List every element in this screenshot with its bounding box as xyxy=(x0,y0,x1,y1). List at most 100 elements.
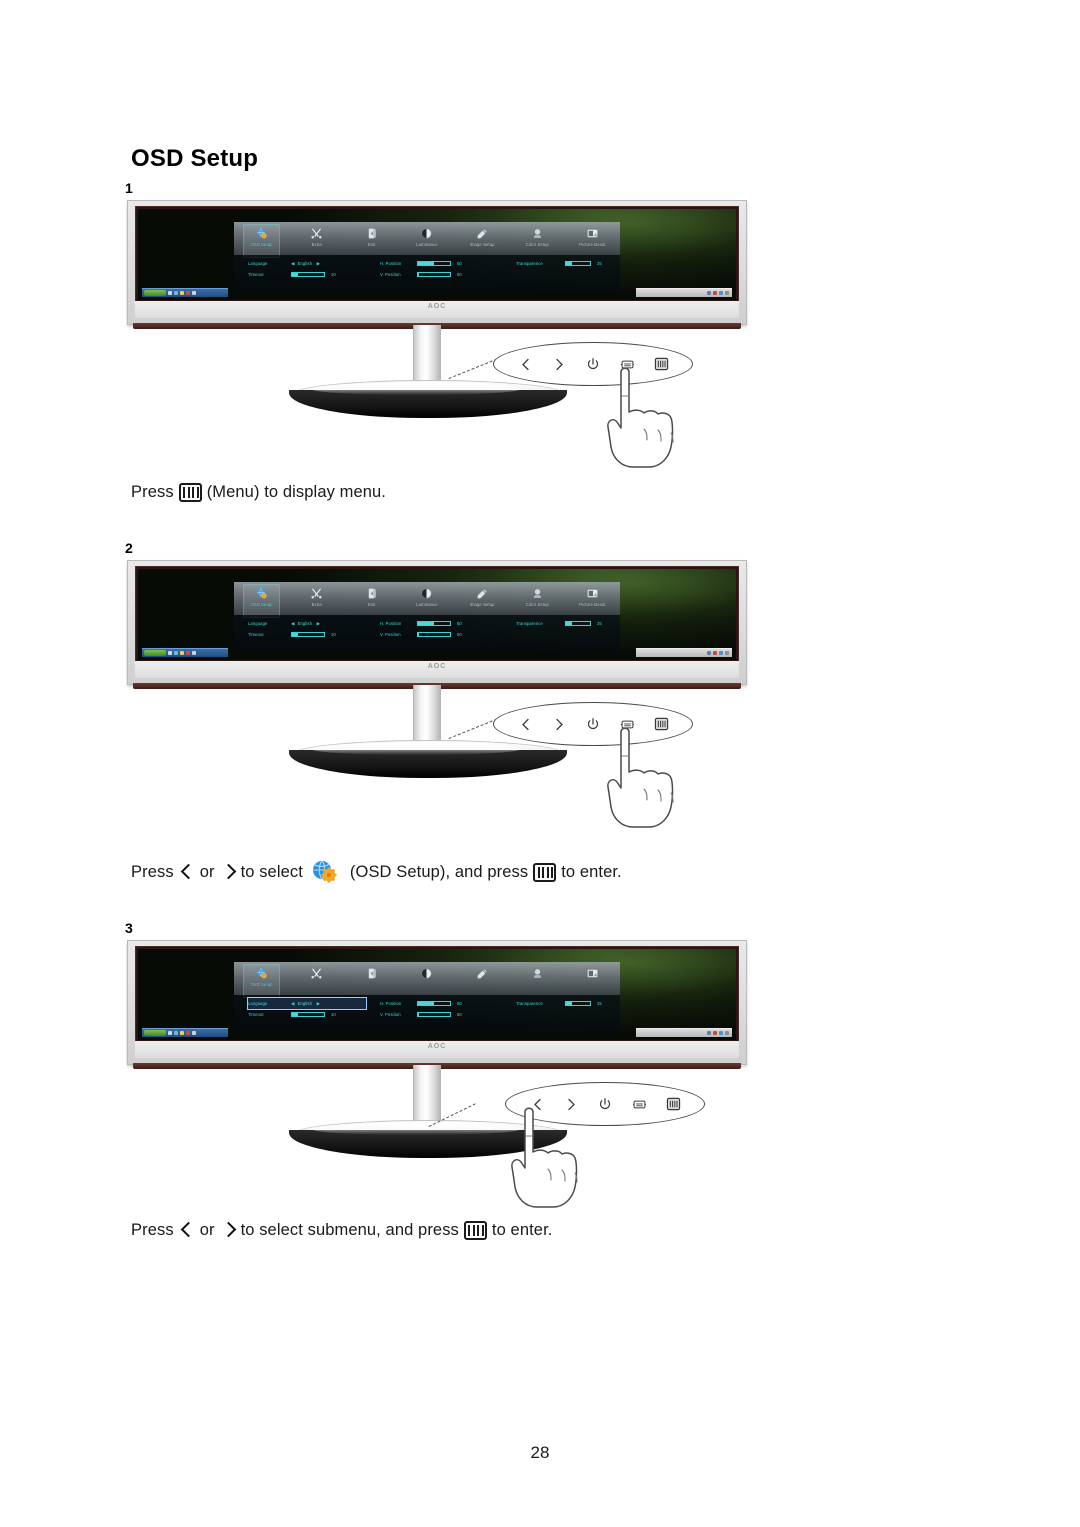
image-setup-icon xyxy=(477,969,487,979)
osd-row-h-position[interactable]: H. Position 50 xyxy=(380,998,498,1009)
osd-slider[interactable] xyxy=(417,621,451,626)
figure-stage: OSD Setup Extra Exit xyxy=(125,200,755,470)
osd-row-h-position[interactable]: H. Position 50 xyxy=(380,258,498,269)
osd-slider[interactable] xyxy=(417,632,451,637)
osd-slider[interactable] xyxy=(291,272,325,277)
monitor-inner-frame: OSD Setup Extra Exit xyxy=(135,566,739,663)
monitor-brand-label: AOC xyxy=(427,663,447,670)
osd-settings-panel: Language ◀ English ▶ Timeout 10 H. Posit… xyxy=(234,615,620,654)
image-setup-icon xyxy=(477,589,487,599)
right-chevron-icon xyxy=(221,1220,235,1240)
menu-key-icon xyxy=(463,1220,487,1240)
start-button-icon xyxy=(144,650,166,656)
color-setup-icon xyxy=(533,229,542,238)
osd-row-language[interactable]: Language ◀ English ▶ xyxy=(248,258,366,269)
osd-slider[interactable] xyxy=(291,1012,325,1017)
tray-icon xyxy=(707,1031,711,1035)
osd-row-language[interactable]: Language ◀ English ▶ xyxy=(247,997,367,1010)
left-arrow-icon[interactable]: ◀ xyxy=(291,621,295,627)
osd-row-label: H. Position xyxy=(380,621,402,626)
osd-row-value: 10 xyxy=(331,1012,336,1017)
osd-row-v-position[interactable]: V. Position 50 xyxy=(380,629,498,640)
right-button-icon[interactable] xyxy=(551,356,567,372)
figure-number: 2 xyxy=(125,540,133,556)
taskbar-icon xyxy=(180,651,184,655)
osd-row-timeout[interactable]: Timeout 10 xyxy=(248,269,366,280)
osd-settings-column-1: Language ◀ English ▶ Timeout 10 xyxy=(248,258,366,280)
menu-button-icon[interactable] xyxy=(665,1096,681,1112)
osd-row-value: 25 xyxy=(597,621,602,626)
osd-row-timeout[interactable]: Timeout 10 xyxy=(248,1009,366,1020)
right-arrow-icon[interactable]: ▶ xyxy=(317,621,321,627)
osd-tab-label: Exit xyxy=(368,602,376,607)
osd-row-value: 25 xyxy=(597,1001,602,1006)
osd-menu: OSD Setup Extra Exit xyxy=(234,962,620,1034)
osd-row-v-position[interactable]: V. Position 50 xyxy=(380,1009,498,1020)
osd-row-h-position[interactable]: H. Position 50 xyxy=(380,618,498,629)
osd-slider[interactable] xyxy=(417,1012,451,1017)
globe-gear-icon xyxy=(256,228,267,239)
pointing-hand-left-button xyxy=(511,1107,578,1208)
taskbar-icon xyxy=(180,291,184,295)
osd-settings-panel: Language ◀ English ▶ Timeout 10 H. Posit… xyxy=(234,995,620,1034)
left-button-icon[interactable] xyxy=(517,716,533,732)
osd-row-transparence[interactable]: Transparence 25 xyxy=(516,258,616,269)
left-arrow-icon[interactable]: ◀ xyxy=(291,261,295,267)
osd-row-label: Transparence xyxy=(516,1001,543,1006)
osd-row-timeout[interactable]: Timeout 10 xyxy=(248,629,366,640)
caption-text-pre: Press xyxy=(131,483,174,501)
osd-row-transparence[interactable]: Transparence 25 xyxy=(516,618,616,629)
tray-icon xyxy=(707,651,711,655)
exit-door-icon xyxy=(369,968,377,979)
tray-icon xyxy=(725,651,729,655)
left-button-icon[interactable] xyxy=(517,356,533,372)
contrast-icon xyxy=(422,588,432,599)
osd-settings-column-3: Transparence 25 xyxy=(516,998,616,1009)
osd-slider[interactable] xyxy=(565,1001,591,1006)
desktop-taskbar-left xyxy=(142,648,228,657)
osd-slider[interactable] xyxy=(417,261,451,266)
osd-settings-column-2: H. Position 50 V. Position 50 xyxy=(380,998,498,1020)
taskbar-icon xyxy=(168,291,172,295)
start-button-icon xyxy=(144,1030,166,1036)
pointing-hand-menu xyxy=(607,367,674,468)
figure-number: 3 xyxy=(125,920,133,936)
osd-slider[interactable] xyxy=(565,621,591,626)
left-chevron-icon xyxy=(180,862,194,882)
monitor-illustration: OSD Setup Extra Exit xyxy=(127,200,747,329)
source-button-icon[interactable] xyxy=(631,1096,647,1112)
tray-icon xyxy=(713,1031,717,1035)
osd-tab-label: Luminance xyxy=(416,602,438,607)
callout-leader-line xyxy=(448,718,498,740)
osd-row-v-position[interactable]: V. Position 50 xyxy=(380,269,498,280)
caption-step-3: Press or to select submenu, and press to… xyxy=(131,1220,552,1240)
tray-icon xyxy=(707,291,711,295)
osd-row-value: 10 xyxy=(331,272,336,277)
osd-row-transparence[interactable]: Transparence 25 xyxy=(516,998,616,1009)
globe-gear-icon xyxy=(256,588,267,599)
osd-tab-label: Picture Boost xyxy=(579,242,606,247)
osd-slider[interactable] xyxy=(417,272,451,277)
taskbar-icon xyxy=(174,1031,178,1035)
osd-tab-label: Exit xyxy=(368,242,376,247)
image-setup-icon xyxy=(477,229,487,239)
osd-slider[interactable] xyxy=(417,1001,451,1006)
right-button-icon[interactable] xyxy=(551,716,567,732)
caption-text-pre: Press xyxy=(131,862,174,881)
menu-key-icon xyxy=(533,862,557,882)
monitor-brand-label: AOC xyxy=(427,303,447,310)
monitor-stand-base-highlight xyxy=(311,383,521,395)
right-arrow-icon[interactable]: ▶ xyxy=(317,1001,321,1007)
osd-row-value: English xyxy=(297,1001,312,1006)
figure-step-1: 1 OSD Setup Extra Exit Luminance Image S… xyxy=(125,180,755,470)
osd-menu: OSD Setup Extra Exit xyxy=(234,222,620,294)
caption-text-select: to select xyxy=(240,862,303,881)
osd-row-language[interactable]: Language ◀ English ▶ xyxy=(248,618,366,629)
osd-tab-label: Luminance xyxy=(416,242,438,247)
figure-step-2: 2 OSD Setup Extra Exit Luminance Image S… xyxy=(125,540,755,835)
right-arrow-icon[interactable]: ▶ xyxy=(317,261,321,267)
osd-slider[interactable] xyxy=(565,261,591,266)
left-arrow-icon[interactable]: ◀ xyxy=(291,1001,295,1007)
osd-slider[interactable] xyxy=(291,632,325,637)
monitor-stand-neck xyxy=(413,685,441,747)
